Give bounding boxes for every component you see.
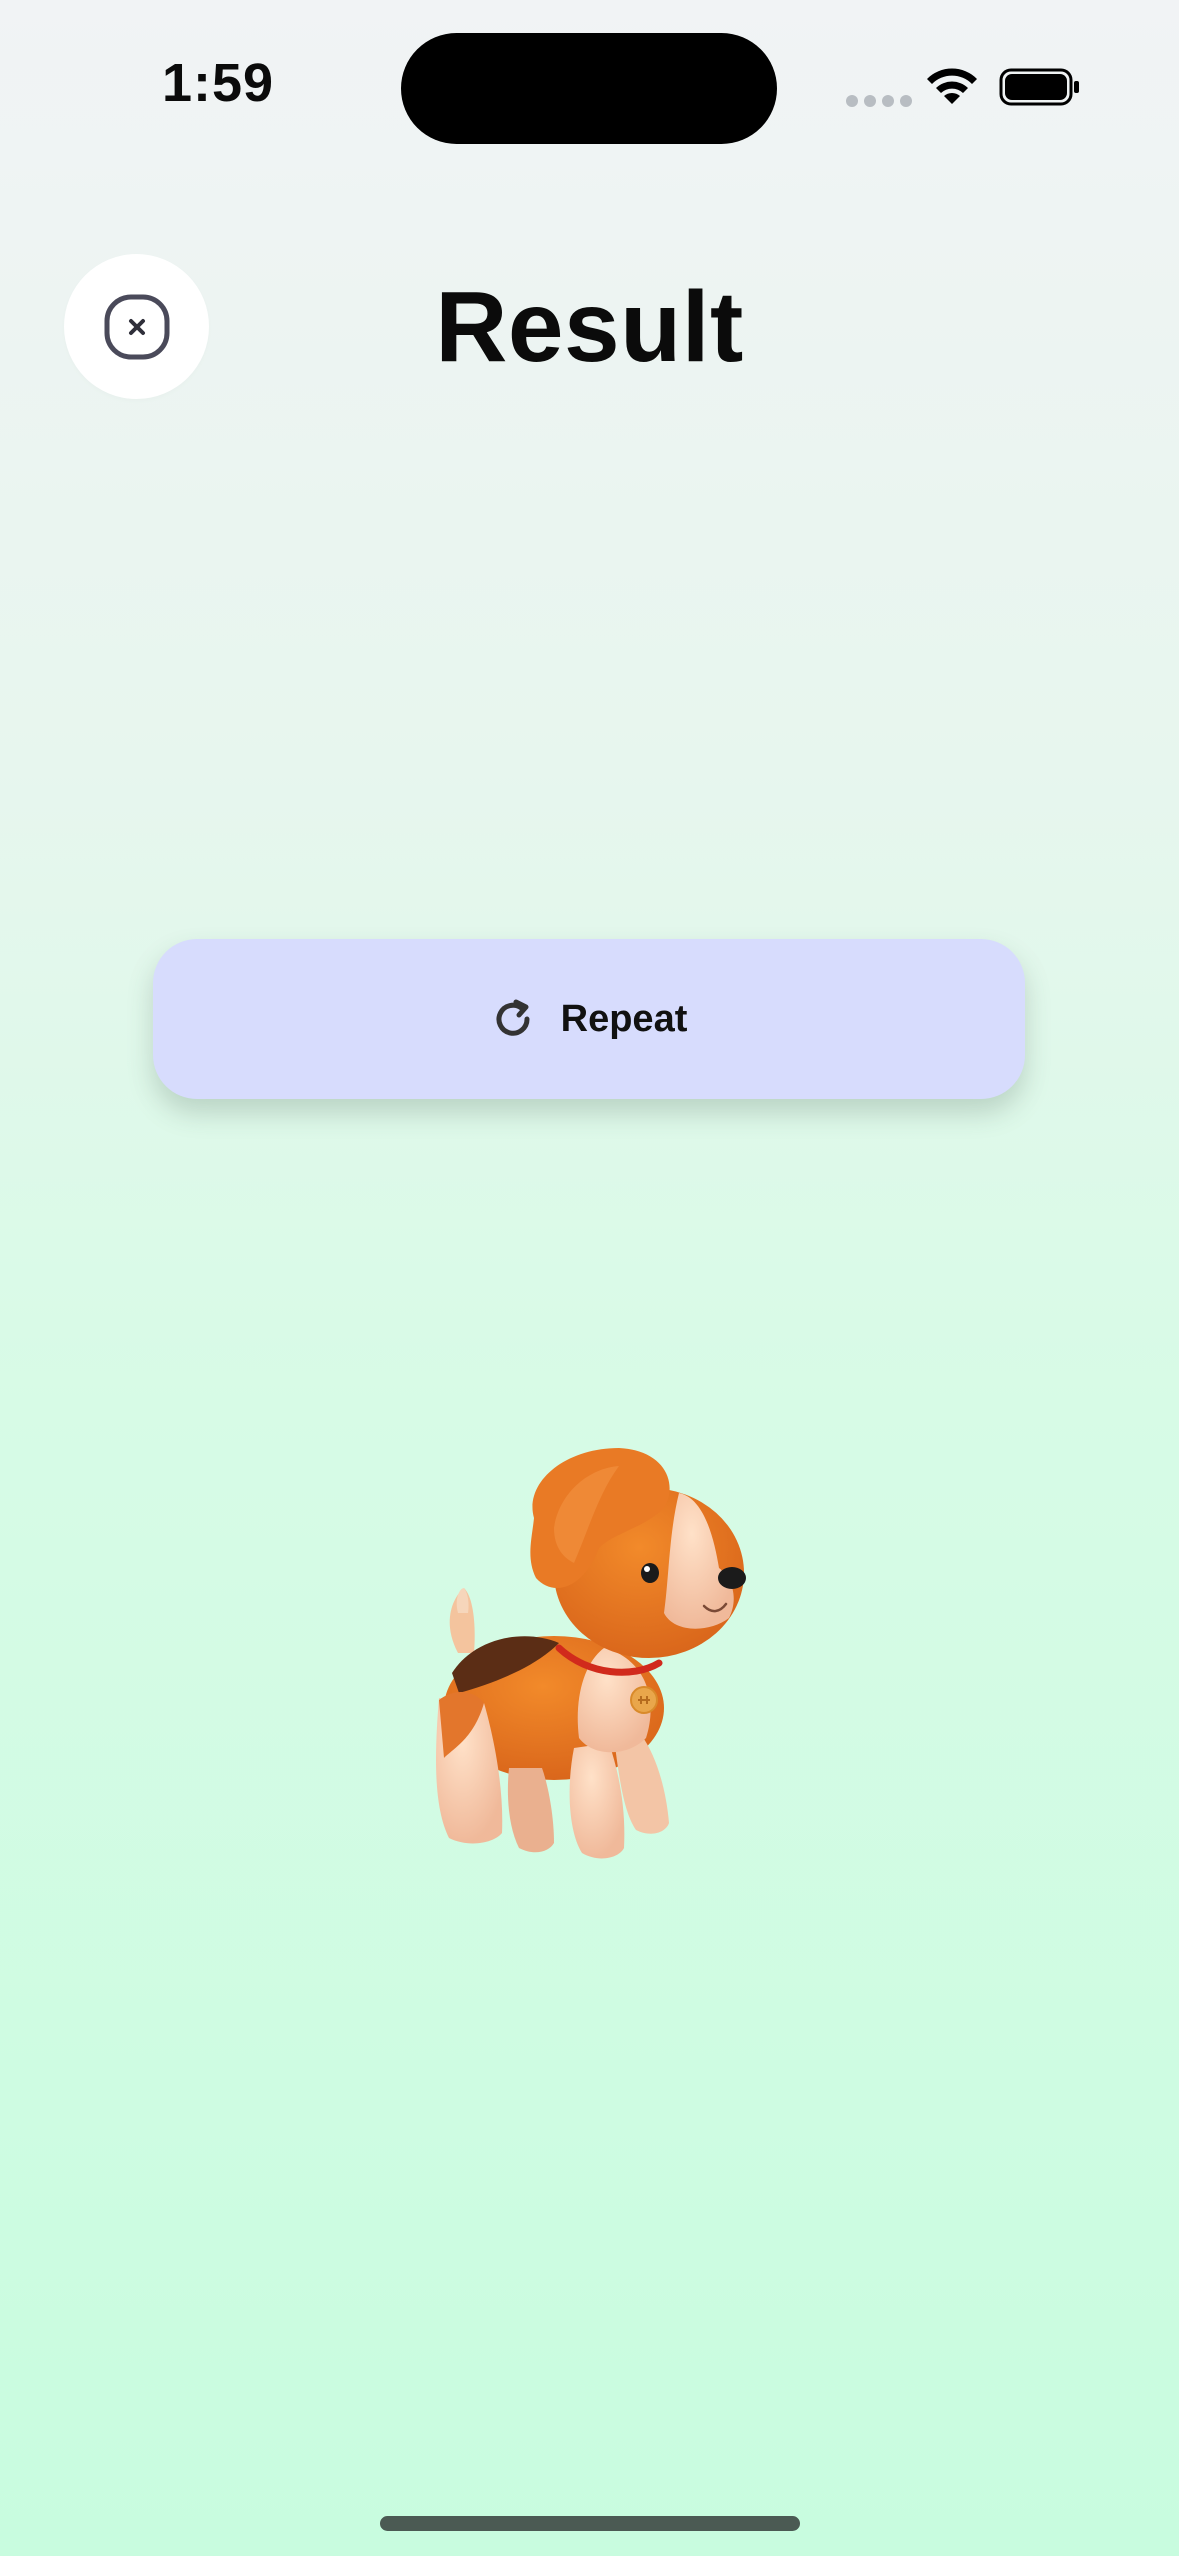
page-title: Result (435, 271, 744, 383)
battery-icon (999, 68, 1079, 106)
status-bar: 1:59 (0, 0, 1179, 170)
dog-illustration (436, 1448, 746, 1859)
signal-dots-icon (846, 95, 912, 107)
repeat-label: Repeat (560, 997, 688, 1040)
wifi-icon (927, 68, 977, 104)
status-time: 1:59 (162, 53, 275, 113)
refresh-icon (496, 999, 530, 1036)
repeat-button[interactable]: Repeat (153, 939, 1025, 1099)
dynamic-island (401, 33, 777, 144)
home-indicator[interactable] (380, 2516, 800, 2531)
